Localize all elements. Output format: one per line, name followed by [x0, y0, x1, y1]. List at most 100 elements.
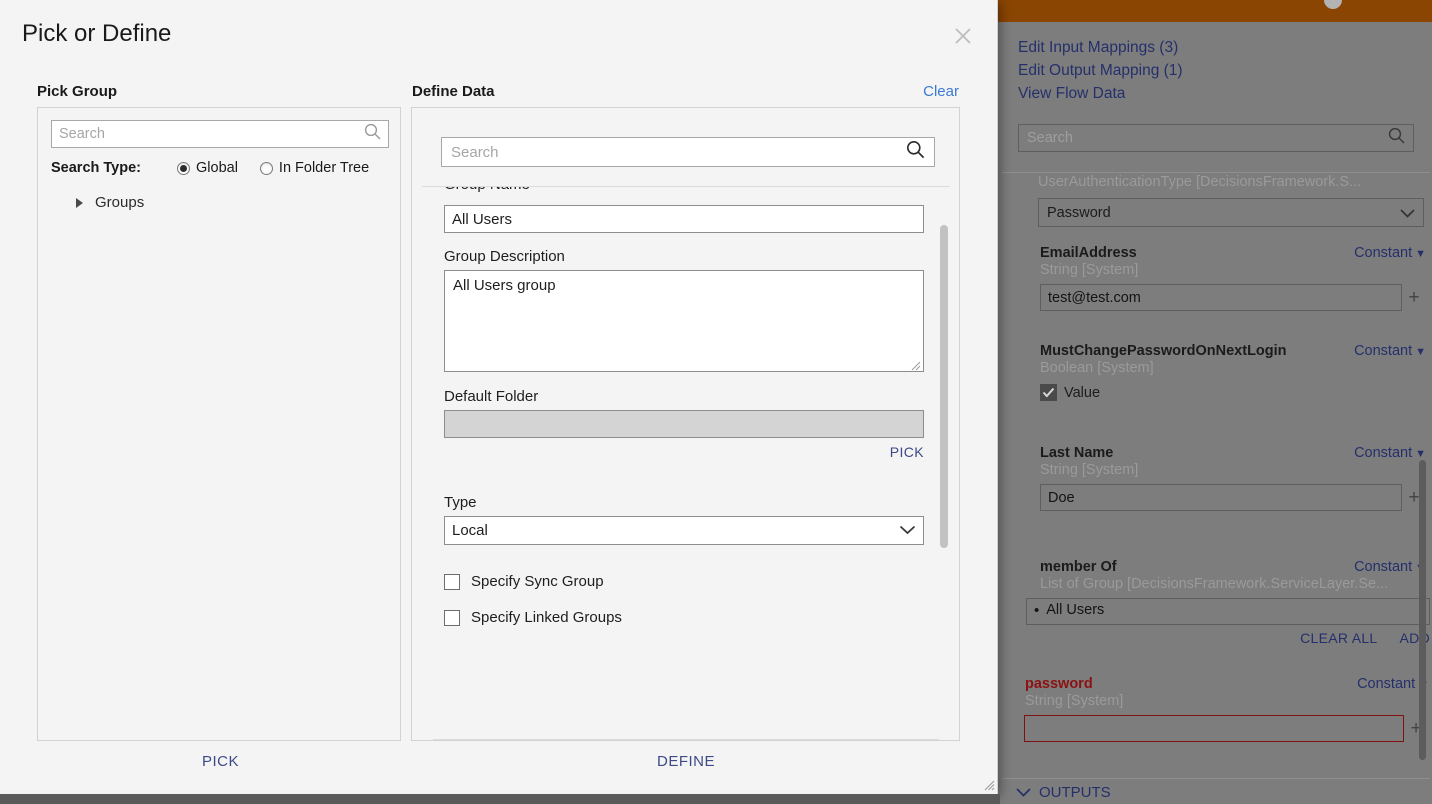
- lastname-value: Doe: [1048, 489, 1075, 506]
- password-input-row: +: [1024, 715, 1428, 742]
- dialog-resize-grip[interactable]: [982, 778, 995, 791]
- mapping-row-mustchangepasswordonnextlogin: MustChangePasswordOnNextLogin Constant ▼ …: [1040, 343, 1432, 401]
- pick-group-search-input[interactable]: Search: [51, 120, 389, 148]
- search-type-label: Search Type:: [51, 160, 141, 176]
- bullet-icon: •: [1034, 601, 1040, 619]
- field-header: member Of Constant▼: [1040, 559, 1426, 575]
- mustchangepassword-checkbox-row[interactable]: Value: [1040, 384, 1432, 401]
- specify-sync-group-checkbox-row[interactable]: Specify Sync Group: [444, 573, 924, 590]
- close-icon[interactable]: [951, 24, 975, 48]
- mapping-search-input[interactable]: Search: [1018, 124, 1414, 152]
- portal-settings-divider: [433, 739, 939, 740]
- group-name-input[interactable]: All Users: [444, 205, 924, 233]
- search-icon[interactable]: [364, 123, 381, 145]
- group-description-value: All Users group: [453, 277, 556, 294]
- mode-dropdown-constant[interactable]: Constant▼: [1354, 245, 1426, 261]
- app-top-bar: [998, 0, 1432, 22]
- mode-dropdown-constant[interactable]: Constant▼: [1354, 343, 1426, 359]
- field-label: MustChangePasswordOnNextLogin: [1040, 343, 1287, 359]
- mapping-row-emailaddress: EmailAddress Constant ▼ String [System] t…: [1040, 245, 1432, 311]
- list-item[interactable]: • All Users: [1034, 602, 1422, 618]
- field-type-caption: Boolean [System]: [1040, 360, 1154, 376]
- mapping-search-placeholder: Search: [1027, 130, 1073, 146]
- radio-icon-unselected[interactable]: [259, 161, 273, 175]
- field-type-caption: String [System]: [1040, 462, 1139, 478]
- search-type-radio-group: Global In Folder Tree: [177, 160, 369, 176]
- scrollbar-thumb[interactable]: [1419, 460, 1426, 760]
- checkbox-unchecked[interactable]: [444, 573, 460, 590]
- checkbox-unchecked[interactable]: [444, 609, 460, 626]
- default-folder-label: Default Folder: [444, 388, 539, 405]
- radio-in-folder-tree-label: In Folder Tree: [278, 160, 370, 176]
- list-item-label: All Users: [1046, 602, 1105, 618]
- memberof-list[interactable]: • All Users: [1026, 598, 1430, 625]
- specify-linked-groups-checkbox-row[interactable]: Specify Linked Groups: [444, 609, 924, 626]
- checkbox-label: Value: [1064, 384, 1101, 401]
- type-select[interactable]: Local: [444, 516, 924, 545]
- specify-linked-groups-label: Specify Linked Groups: [471, 609, 622, 626]
- type-label: Type: [444, 494, 477, 511]
- radio-icon-selected[interactable]: [177, 161, 190, 175]
- outputs-section-header[interactable]: OUTPUTS: [1016, 784, 1111, 801]
- tree-item-groups[interactable]: Groups: [76, 194, 144, 211]
- lastname-input-row: Doe +: [1040, 484, 1426, 511]
- group-description-field: Group Description All Users group: [444, 248, 924, 372]
- clear-all-button[interactable]: CLEAR ALL: [1300, 630, 1377, 646]
- chevron-down-icon: [1400, 205, 1415, 221]
- lastname-input[interactable]: Doe: [1040, 484, 1402, 511]
- define-data-section-label: Define Data: [412, 83, 495, 100]
- define-data-panel: Search Group Name All Users Group Descri…: [411, 107, 960, 741]
- search-icon: [1388, 127, 1405, 149]
- define-button[interactable]: DEFINE: [657, 753, 715, 770]
- page-title: Pick or Define: [22, 20, 172, 47]
- define-data-search-placeholder: Search: [451, 143, 499, 161]
- scrollbar-thumb[interactable]: [940, 225, 948, 548]
- link-edit-input-mappings[interactable]: Edit Input Mappings (3): [1018, 36, 1432, 59]
- field-type-caption: String [System]: [1025, 693, 1124, 709]
- checkbox-checked[interactable]: [1040, 384, 1057, 401]
- tree-item-label: Groups: [95, 194, 145, 211]
- userauthenticationtype-value: Password: [1047, 204, 1111, 221]
- radio-global[interactable]: Global: [177, 160, 238, 176]
- field-type-caption: String [System]: [1040, 262, 1139, 278]
- pick-group-search-placeholder: Search: [59, 126, 105, 142]
- specify-sync-group-row[interactable]: Specify Sync Group: [444, 573, 924, 590]
- field-label: member Of: [1040, 559, 1117, 575]
- specify-linked-groups-row[interactable]: Specify Linked Groups: [444, 609, 924, 626]
- resize-grip-icon[interactable]: [910, 358, 921, 371]
- mapping-row-lastname: Last Name Constant ▼ String [System] Doe …: [1040, 445, 1432, 511]
- mode-dropdown-constant[interactable]: Constant▼: [1354, 559, 1426, 575]
- radio-global-label: Global: [196, 160, 238, 176]
- pick-button[interactable]: PICK: [202, 753, 239, 770]
- mapping-links: Edit Input Mappings (3) Edit Output Mapp…: [998, 22, 1432, 105]
- group-name-label: Group Name: [444, 187, 530, 193]
- emailaddress-value: test@test.com: [1048, 289, 1141, 306]
- mapping-panel-scrollbar[interactable]: [1418, 173, 1426, 778]
- emailaddress-input[interactable]: test@test.com: [1040, 284, 1402, 311]
- type-value: Local: [452, 522, 488, 539]
- emailaddress-input-row: test@test.com +: [1040, 284, 1426, 311]
- type-field: Type Local: [444, 494, 924, 545]
- define-data-search-input[interactable]: Search: [441, 137, 935, 167]
- caret-right-icon[interactable]: [76, 197, 83, 208]
- group-description-textarea[interactable]: All Users group: [444, 270, 924, 372]
- chevron-down-icon: [899, 522, 916, 539]
- clear-link[interactable]: Clear: [923, 83, 959, 100]
- define-data-divider: [422, 186, 950, 187]
- field-type-caption: UserAuthenticationType [DecisionsFramewo…: [1038, 174, 1362, 190]
- default-folder-pick-link[interactable]: PICK: [444, 444, 924, 460]
- mapping-row-memberof: member Of Constant▼ List of Group [Decis…: [1026, 559, 1432, 646]
- define-data-scrollbar[interactable]: [939, 107, 949, 743]
- radio-in-folder-tree[interactable]: In Folder Tree: [259, 160, 370, 176]
- search-icon[interactable]: [906, 140, 925, 164]
- link-edit-output-mapping[interactable]: Edit Output Mapping (1): [1018, 59, 1432, 82]
- field-type-caption: List of Group [DecisionsFramework.Servic…: [1040, 576, 1389, 592]
- mapping-fields-scroll-area: UserAuthenticationType [DecisionsFramewo…: [1002, 173, 1432, 778]
- password-input[interactable]: [1024, 715, 1404, 742]
- pick-or-define-dialog: Pick or Define Pick Group Search Search …: [0, 0, 998, 794]
- mode-dropdown-constant[interactable]: Constant▼: [1354, 445, 1426, 461]
- memberof-actions: CLEAR ALL ADD: [1026, 630, 1430, 646]
- link-view-flow-data[interactable]: View Flow Data: [1018, 82, 1432, 105]
- userauthenticationtype-select[interactable]: Password: [1038, 198, 1424, 227]
- pick-group-panel: Search Search Type: Global In Folder Tre…: [37, 107, 401, 741]
